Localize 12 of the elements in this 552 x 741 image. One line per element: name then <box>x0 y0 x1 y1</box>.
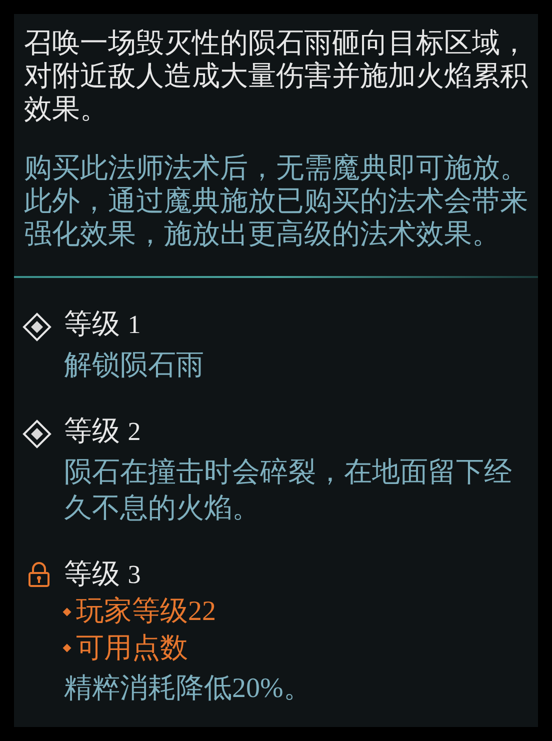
level-title: 等级 2 <box>64 414 142 448</box>
level-description: 解锁陨石雨 <box>64 348 205 382</box>
spell-description: 召唤一场毁灭性的陨石雨砸向目标区域，对附近敌人造成大量伤害并施加火焰累积效果。 <box>24 26 529 125</box>
bullet-icon <box>62 607 72 616</box>
bullet-icon <box>62 644 72 652</box>
requirement-text: 可用点数 <box>76 631 188 665</box>
level-title: 等级 3 <box>64 557 142 591</box>
level-description: 精粹消耗降低20%。 <box>64 671 312 706</box>
level-title: 等级 1 <box>64 307 142 341</box>
level-description: 陨石在撞击时会碎裂，在地面留下经久不息的火焰。 <box>64 455 513 525</box>
requirement-text: 玩家等级22 <box>76 594 216 629</box>
spell-note: 购买此法师法术后，无需魔典即可施放。此外，通过魔典施放已购买的法术会带来强化效果，施放出更高级的法术效果。 <box>24 151 529 250</box>
